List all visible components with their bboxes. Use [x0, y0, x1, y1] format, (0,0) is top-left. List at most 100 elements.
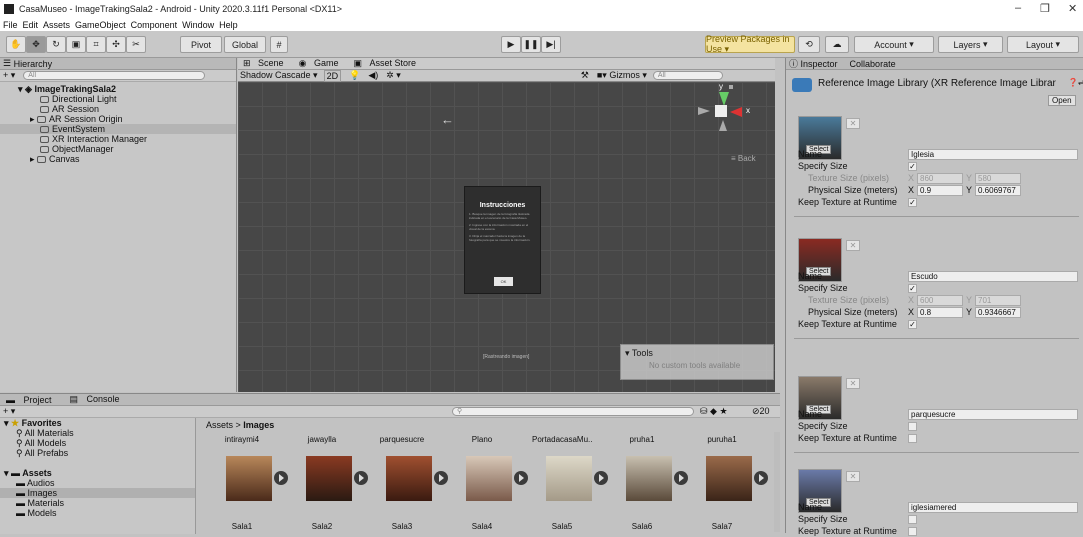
physical-height-field[interactable]: 0.9346667: [975, 307, 1021, 318]
keep-texture-checkbox[interactable]: [908, 434, 917, 443]
tab-collaborate[interactable]: Collaborate: [850, 59, 896, 69]
specify-size-checkbox[interactable]: [908, 515, 917, 524]
hand-tool-icon[interactable]: ✋: [6, 36, 26, 53]
favorite-item[interactable]: ⚲ All Materials: [0, 428, 195, 438]
favorites-folder[interactable]: ▾ ★ Favorites: [0, 418, 195, 428]
specify-size-checkbox[interactable]: ✓: [908, 284, 917, 293]
layers-dropdown[interactable]: Layers ▾: [938, 36, 1003, 53]
tools-title[interactable]: ▾ Tools: [625, 348, 769, 359]
layout-dropdown[interactable]: Layout ▾: [1007, 36, 1079, 53]
asset-label[interactable]: intiraymi4: [212, 435, 272, 444]
tab-asset-store[interactable]: ▣ Asset Store: [348, 58, 426, 69]
hierarchy-item[interactable]: ObjectManager: [0, 144, 236, 154]
2d-toggle[interactable]: 2D: [323, 69, 342, 82]
hierarchy-search-input[interactable]: All: [23, 71, 206, 80]
keep-texture-checkbox[interactable]: ✓: [908, 198, 917, 207]
asset-thumbnail[interactable]: [626, 456, 672, 501]
image-name-field[interactable]: parquesucre: [908, 409, 1078, 420]
grid-snap-icon[interactable]: #: [270, 36, 288, 53]
hierarchy-item-selected[interactable]: EventSystem: [0, 124, 236, 134]
scale-tool-icon[interactable]: ▣: [66, 36, 86, 53]
asset-label[interactable]: Sala4: [452, 522, 512, 531]
menu-edit[interactable]: Edit: [23, 20, 39, 30]
help-settings-icon[interactable]: ❓⇌: [1068, 78, 1083, 87]
gizmos-dropdown[interactable]: ■▾ Gizmos ▾: [597, 70, 647, 81]
open-button[interactable]: Open: [1048, 95, 1076, 106]
remove-image-button[interactable]: ✕: [846, 118, 860, 129]
favorite-item[interactable]: ⚲ All Models: [0, 438, 195, 448]
hierarchy-item[interactable]: AR Session: [0, 104, 236, 114]
play-icon[interactable]: [354, 471, 368, 485]
asset-label[interactable]: parquesucre: [372, 435, 432, 444]
cloud-icon[interactable]: ☁: [825, 36, 849, 53]
account-dropdown[interactable]: Account ▾: [854, 36, 934, 53]
scene-gizmo[interactable]: y x: [698, 82, 766, 142]
filter-icons[interactable]: ⛁ ◆ ★: [700, 406, 728, 417]
tool-settings-icon[interactable]: ⚒: [581, 70, 589, 81]
specify-size-checkbox[interactable]: [908, 422, 917, 431]
remove-image-button[interactable]: ✕: [846, 378, 860, 389]
minimize-button[interactable]: –: [1015, 2, 1021, 14]
move-tool-icon[interactable]: ✥: [26, 36, 46, 53]
asset-label[interactable]: Sala1: [212, 522, 272, 531]
shading-dropdown[interactable]: Shadow Cascade ▾: [240, 70, 318, 81]
menu-window[interactable]: Window: [182, 20, 214, 30]
asset-thumbnail[interactable]: [466, 456, 512, 501]
custom-tool-icon[interactable]: ✂: [126, 36, 146, 53]
transform-tool-icon[interactable]: ✣: [106, 36, 126, 53]
asset-folder-item[interactable]: ▬ Materials: [0, 498, 195, 508]
image-name-field[interactable]: iglesiamered: [908, 502, 1078, 513]
pivot-toggle[interactable]: Pivot: [180, 36, 222, 53]
tab-inspector[interactable]: ⓘ Inspector: [789, 57, 838, 70]
asset-thumbnail[interactable]: [706, 456, 752, 501]
pause-button[interactable]: ❚❚: [521, 36, 541, 53]
asset-label[interactable]: Plano: [452, 435, 512, 444]
remove-image-button[interactable]: ✕: [846, 240, 860, 251]
breadcrumb-leaf[interactable]: Images: [243, 420, 274, 430]
physical-height-field[interactable]: 0.6069767: [975, 185, 1021, 196]
asset-folder-item[interactable]: ▬ Models: [0, 508, 195, 518]
menu-file[interactable]: File: [3, 20, 18, 30]
asset-label[interactable]: puruha1: [692, 435, 752, 444]
tab-console[interactable]: ▤ Console: [64, 394, 132, 405]
physical-width-field[interactable]: 0.9: [917, 185, 963, 196]
tab-game[interactable]: ◉ Game: [294, 58, 349, 69]
asset-thumbnail[interactable]: [226, 456, 272, 501]
scene-search-input[interactable]: All: [652, 71, 723, 80]
collab-icon[interactable]: ⟲: [798, 36, 820, 53]
asset-label[interactable]: Sala7: [692, 522, 752, 531]
scene-root[interactable]: ▾ ◈ ImageTrakingSala2: [0, 84, 236, 94]
scrollbar[interactable]: [774, 432, 780, 532]
image-name-field[interactable]: Escudo: [908, 271, 1078, 282]
hierarchy-add-button[interactable]: + ▾: [3, 70, 15, 81]
play-icon[interactable]: [274, 471, 288, 485]
scene-viewport[interactable]: ← y x ≡ Back Instrucciones 1. Busque la …: [238, 82, 775, 392]
play-icon[interactable]: [594, 471, 608, 485]
hierarchy-item[interactable]: XR Interaction Manager: [0, 134, 236, 144]
step-button[interactable]: ▶|: [541, 36, 561, 53]
asset-label[interactable]: Sala6: [612, 522, 672, 531]
lighting-icon[interactable]: 💡: [349, 70, 360, 81]
asset-label[interactable]: pruha1: [612, 435, 672, 444]
effects-icon[interactable]: ✲ ▾: [386, 70, 401, 81]
remove-image-button[interactable]: ✕: [846, 471, 860, 482]
asset-label[interactable]: jawaylla: [292, 435, 352, 444]
tab-scene[interactable]: ⊞ Scene: [238, 58, 294, 69]
close-button[interactable]: ✕: [1068, 2, 1077, 15]
rect-tool-icon[interactable]: ⌗: [86, 36, 106, 53]
asset-label[interactable]: Sala5: [532, 522, 592, 531]
tab-project[interactable]: ▬ Project: [0, 395, 64, 405]
keep-texture-checkbox[interactable]: [908, 527, 917, 536]
play-icon[interactable]: [514, 471, 528, 485]
asset-label[interactable]: Sala2: [292, 522, 352, 531]
assets-folder[interactable]: ▾ ▬ Assets: [0, 468, 195, 478]
hierarchy-tab[interactable]: ☰ Hierarchy: [0, 58, 236, 70]
play-button[interactable]: ▶: [501, 36, 521, 53]
rotate-tool-icon[interactable]: ↻: [46, 36, 66, 53]
menu-help[interactable]: Help: [219, 20, 238, 30]
play-icon[interactable]: [674, 471, 688, 485]
asset-label[interactable]: Sala3: [372, 522, 432, 531]
favorite-item[interactable]: ⚲ All Prefabs: [0, 448, 195, 458]
hierarchy-item[interactable]: ▸ Canvas: [0, 154, 236, 164]
asset-thumbnail[interactable]: [546, 456, 592, 501]
